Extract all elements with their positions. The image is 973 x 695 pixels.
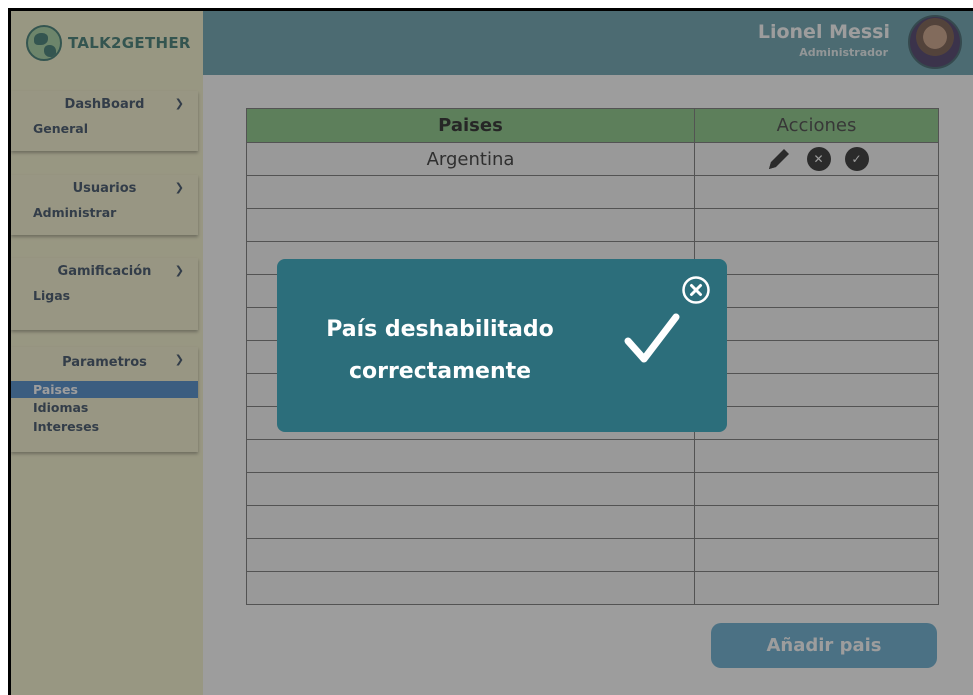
- modal-message-line: País deshabilitado: [326, 317, 554, 342]
- checkmark-icon: [624, 313, 680, 363]
- modal-message-line: correctamente: [348, 359, 532, 384]
- success-modal: País deshabilitado correctamente: [277, 259, 727, 432]
- modal-message: País deshabilitado correctamente: [325, 309, 555, 393]
- close-icon[interactable]: [681, 275, 711, 305]
- app-window: TALK2GETHER DashBoard ❯ General Usuarios…: [8, 8, 973, 695]
